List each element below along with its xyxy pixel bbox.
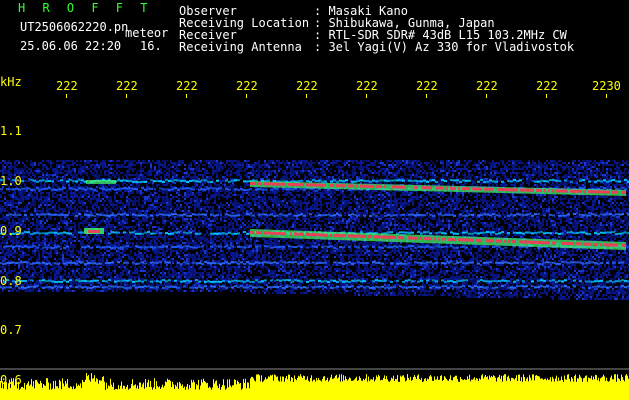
counter: 16. xyxy=(140,39,162,53)
x-tick-mark xyxy=(306,94,307,98)
x-tick-label: 222 xyxy=(536,79,558,93)
y-tick-label: 0.9 xyxy=(0,224,22,238)
hroft-spectrogram-window: H R O F F T UT2506062220.pn meteor 25.06… xyxy=(0,0,629,400)
filename: UT2506062220.pn xyxy=(20,20,129,34)
y-tick-label: 0.8 xyxy=(0,274,22,288)
x-tick-label: 222 xyxy=(236,79,258,93)
x-tick-label: 222 xyxy=(116,79,138,93)
x-tick-label: 222 xyxy=(176,79,198,93)
x-tick-mark xyxy=(546,94,547,98)
field-label-antenna: Receiving Antenna xyxy=(179,40,302,54)
x-tick-label: 222 xyxy=(416,79,438,93)
x-tick-label: 222 xyxy=(56,79,78,93)
x-tick-label: 2230 xyxy=(592,79,621,93)
x-tick-mark xyxy=(246,94,247,98)
x-tick-label: 222 xyxy=(356,79,378,93)
field-value-antenna: : 3el Yagi(V) Az 330 for Vladivostok xyxy=(314,40,575,54)
intensity-strip xyxy=(0,372,629,400)
x-tick-mark xyxy=(66,94,67,98)
x-tick-mark xyxy=(366,94,367,98)
x-tick-mark xyxy=(606,94,607,98)
y-tick-label: 0.6 xyxy=(0,373,22,387)
x-tick-mark xyxy=(186,94,187,98)
datetime: 25.06.06 22:20 xyxy=(20,39,122,53)
x-tick-mark xyxy=(486,94,487,98)
spectrogram-canvas xyxy=(0,160,629,400)
brand-title: H R O F F T xyxy=(18,1,153,15)
y-tick-label: 0.7 xyxy=(0,323,22,337)
x-tick-mark xyxy=(126,94,127,98)
y-tick-label: 1.1 xyxy=(0,124,22,138)
axis-unit-label: kHz xyxy=(0,75,22,89)
x-tick-label: 222 xyxy=(296,79,318,93)
x-tick-label: 222 xyxy=(476,79,498,93)
x-tick-mark xyxy=(426,94,427,98)
tag-label: meteor xyxy=(125,26,169,40)
y-tick-label: 1.0 xyxy=(0,174,22,188)
